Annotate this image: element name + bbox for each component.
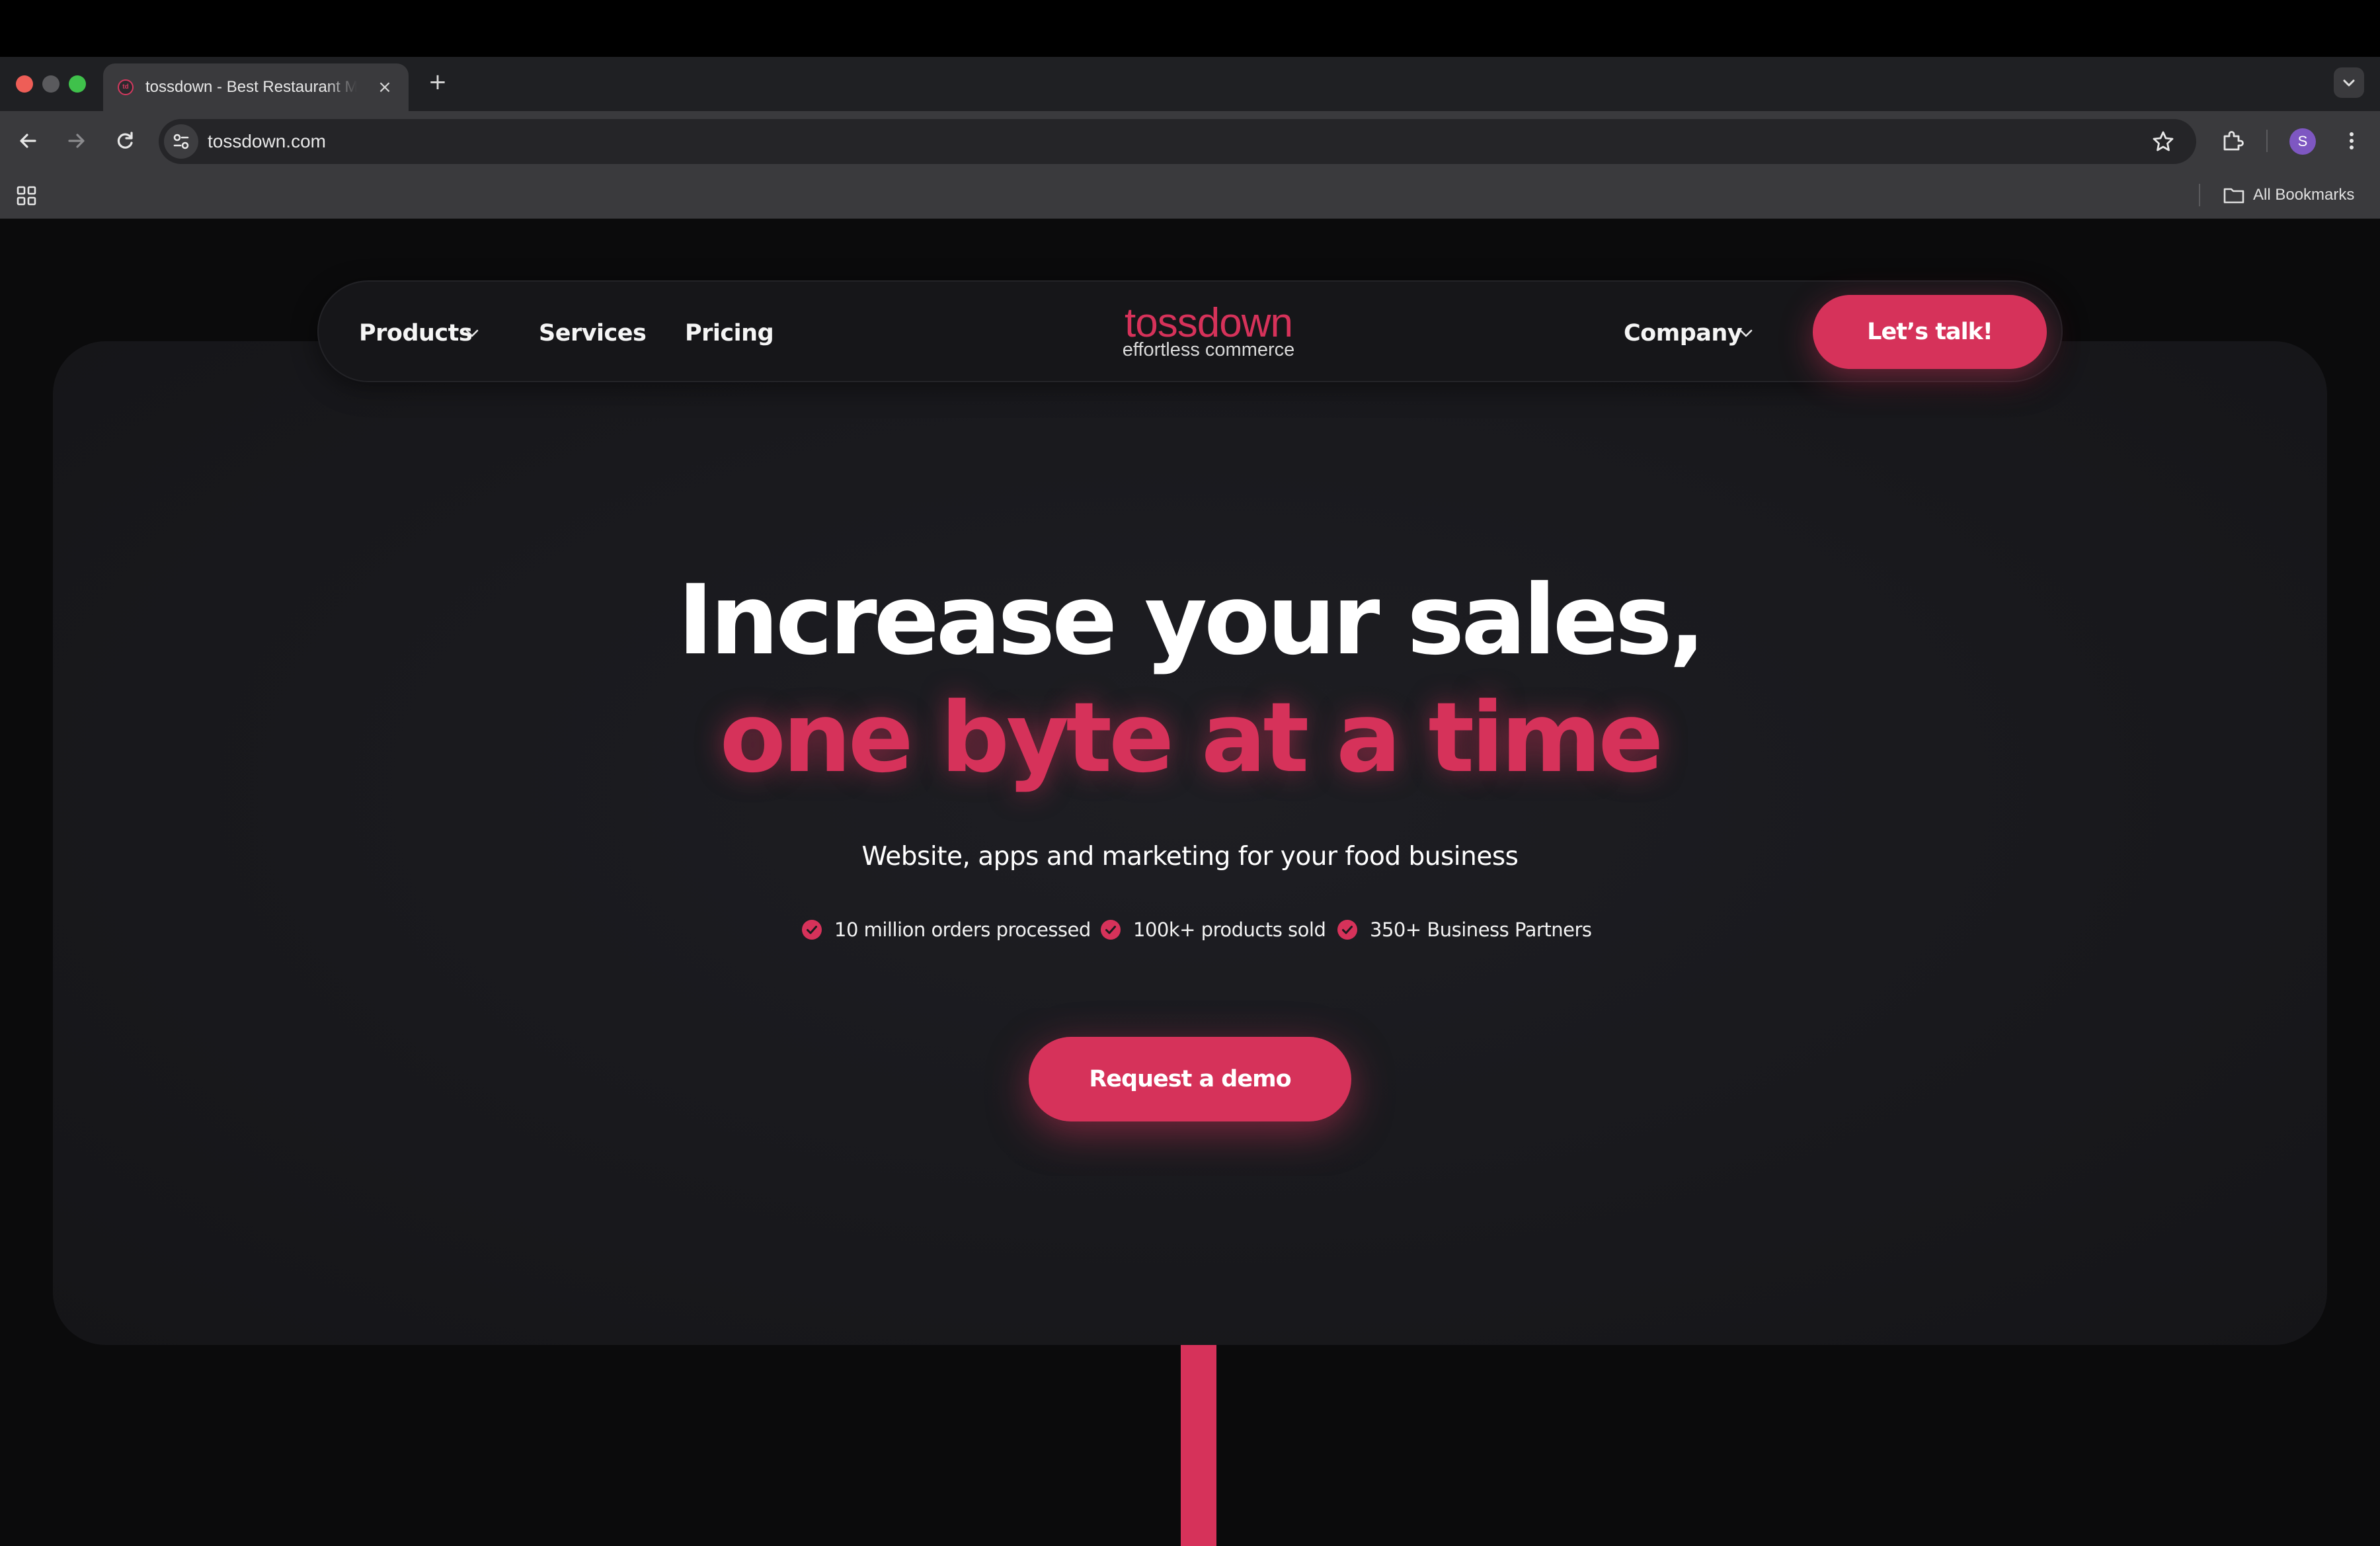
tossdown-favicon-icon: td	[118, 79, 134, 95]
chevron-down-icon[interactable]	[1737, 324, 1755, 343]
apps-grid-icon[interactable]	[13, 183, 40, 209]
nav-company[interactable]: Company	[1624, 315, 1743, 352]
screen-top-strip	[0, 0, 2380, 57]
request-demo-button[interactable]: Request a demo	[1029, 1037, 1351, 1121]
site-info-icon	[173, 134, 189, 149]
hero-headline-line1: Increase your sales,	[677, 564, 1706, 676]
window-minimize-button[interactable]	[42, 75, 60, 93]
window-maximize-button[interactable]	[69, 75, 86, 93]
hero-subheadline: Website, apps and marketing for your foo…	[861, 842, 1519, 872]
stat-partners: 350+ Business Partners	[1370, 918, 1592, 941]
url-text: tossdown.com	[208, 131, 326, 151]
stat-orders: 10 million orders processed	[834, 918, 1091, 941]
tab-search-button[interactable]	[2334, 67, 2364, 98]
check-circle-icon	[802, 920, 822, 940]
check-circle-icon	[1101, 920, 1121, 940]
bookmarks-divider	[2199, 184, 2200, 206]
extensions-icon[interactable]	[2217, 126, 2248, 156]
folder-icon	[2223, 188, 2244, 204]
nav-pricing[interactable]: Pricing	[685, 315, 774, 352]
check-circle-icon	[1337, 920, 1357, 940]
toolbar-divider	[2266, 130, 2268, 152]
reload-icon[interactable]	[110, 126, 140, 156]
bookmarks-bar	[0, 171, 2380, 219]
chevron-down-icon	[2343, 79, 2355, 87]
close-icon[interactable]: ×	[374, 77, 395, 98]
all-bookmarks-button[interactable]: All Bookmarks	[2253, 184, 2354, 206]
lets-talk-button[interactable]: Let’s talk!	[1813, 295, 2047, 369]
tab-title: tossdown - Best Restaurant Management So…	[145, 78, 357, 96]
back-arrow-icon[interactable]	[13, 126, 44, 156]
browser-tab-active[interactable]: td tossdown - Best Restaurant Management…	[103, 63, 409, 111]
stat-products: 100k+ products sold	[1133, 918, 1326, 941]
star-icon[interactable]	[2150, 128, 2176, 155]
profile-avatar[interactable]: S	[2289, 128, 2316, 155]
kebab-menu-icon[interactable]	[2336, 126, 2367, 156]
forward-arrow-icon[interactable]	[61, 126, 91, 156]
nav-products[interactable]: Products	[359, 315, 473, 352]
plus-icon[interactable]: +	[424, 69, 451, 95]
nav-services[interactable]: Services	[539, 315, 647, 352]
logo-tagline: effortless commerce	[1122, 339, 1295, 360]
timeline-connector	[1181, 1345, 1216, 1546]
hero-headline-line2: one byte at a time	[719, 682, 1664, 794]
address-bar[interactable]: tossdown.com	[159, 119, 2196, 164]
site-info-button[interactable]	[164, 124, 198, 159]
chevron-down-icon[interactable]	[463, 324, 481, 343]
window-close-button[interactable]	[16, 75, 33, 93]
